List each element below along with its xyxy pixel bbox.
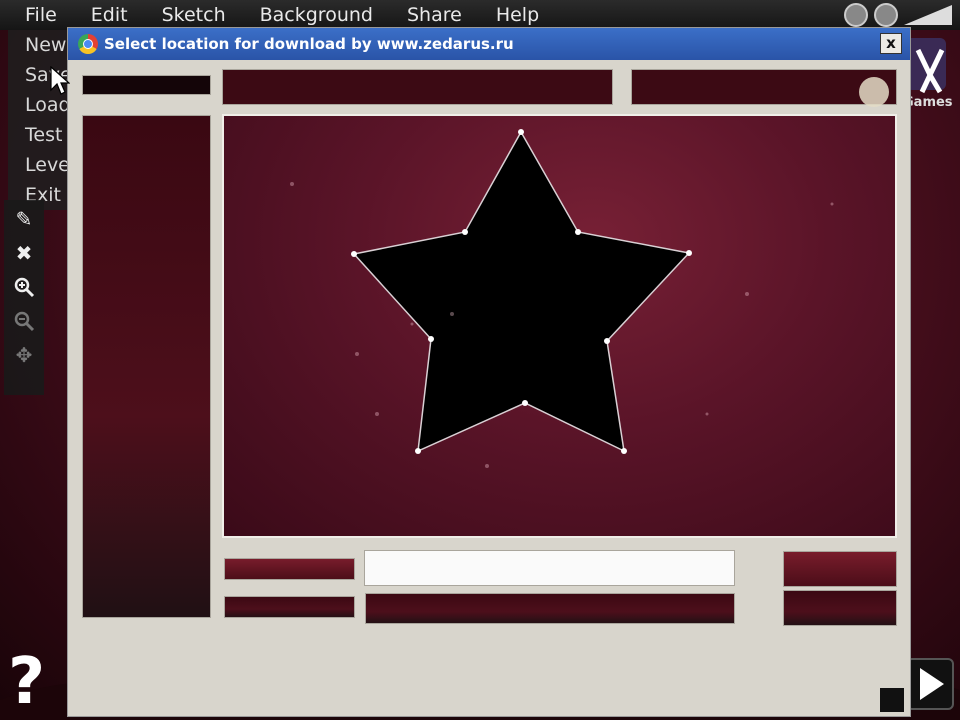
menu-edit[interactable]: Edit — [74, 0, 145, 30]
canvas-preview[interactable] — [222, 114, 897, 538]
filename-field[interactable] — [364, 550, 735, 586]
bottom-right-panel-1[interactable] — [783, 551, 897, 587]
download-location-dialog: Select location for download by www.zeda… — [68, 28, 910, 716]
menu-background[interactable]: Background — [243, 0, 390, 30]
delete-icon[interactable]: ✖ — [11, 240, 37, 266]
menubar-controls — [844, 3, 952, 27]
top-right-panel[interactable] — [631, 69, 897, 107]
bottom-small-panel-2[interactable] — [224, 596, 355, 618]
help-button[interactable]: ? — [8, 648, 58, 716]
logo-text: Games — [903, 95, 953, 110]
music-toggle-icon[interactable] — [844, 3, 868, 27]
bottom-right-panel-2[interactable] — [783, 590, 897, 626]
zoom-out-icon[interactable] — [11, 308, 37, 334]
top-left-panel[interactable] — [82, 75, 211, 95]
zoom-in-icon[interactable] — [11, 274, 37, 300]
volume-slider-icon[interactable] — [904, 5, 952, 25]
play-arrow-icon — [920, 668, 944, 700]
bottom-small-panel-1[interactable] — [224, 558, 355, 580]
menu-file[interactable]: File — [0, 0, 74, 30]
star-shape — [290, 129, 834, 468]
browser-app-icon — [78, 34, 98, 54]
menu-help[interactable]: Help — [479, 0, 556, 30]
mouse-cursor-icon — [50, 66, 70, 95]
bottom-preview-panel[interactable] — [365, 593, 735, 624]
sound-toggle-icon[interactable] — [874, 3, 898, 27]
top-center-panel[interactable] — [222, 69, 613, 105]
moon-image — [859, 77, 889, 107]
close-button[interactable]: x — [880, 33, 902, 54]
move-icon[interactable]: ✥ — [11, 342, 37, 368]
resize-grip[interactable] — [880, 688, 904, 712]
next-button[interactable] — [906, 658, 954, 710]
left-sidebar-panel[interactable] — [82, 115, 211, 618]
dialog-title: Select location for download by www.zeda… — [104, 35, 514, 53]
pencil-icon[interactable]: ✎ — [11, 206, 37, 232]
menu-bar: File Edit Sketch Background Share Help — [0, 0, 960, 30]
menu-share[interactable]: Share — [390, 0, 479, 30]
menu-sketch[interactable]: Sketch — [145, 0, 243, 30]
tool-palette: ✎ ✖ ✥ — [4, 200, 44, 395]
dialog-titlebar[interactable]: Select location for download by www.zeda… — [68, 28, 910, 60]
